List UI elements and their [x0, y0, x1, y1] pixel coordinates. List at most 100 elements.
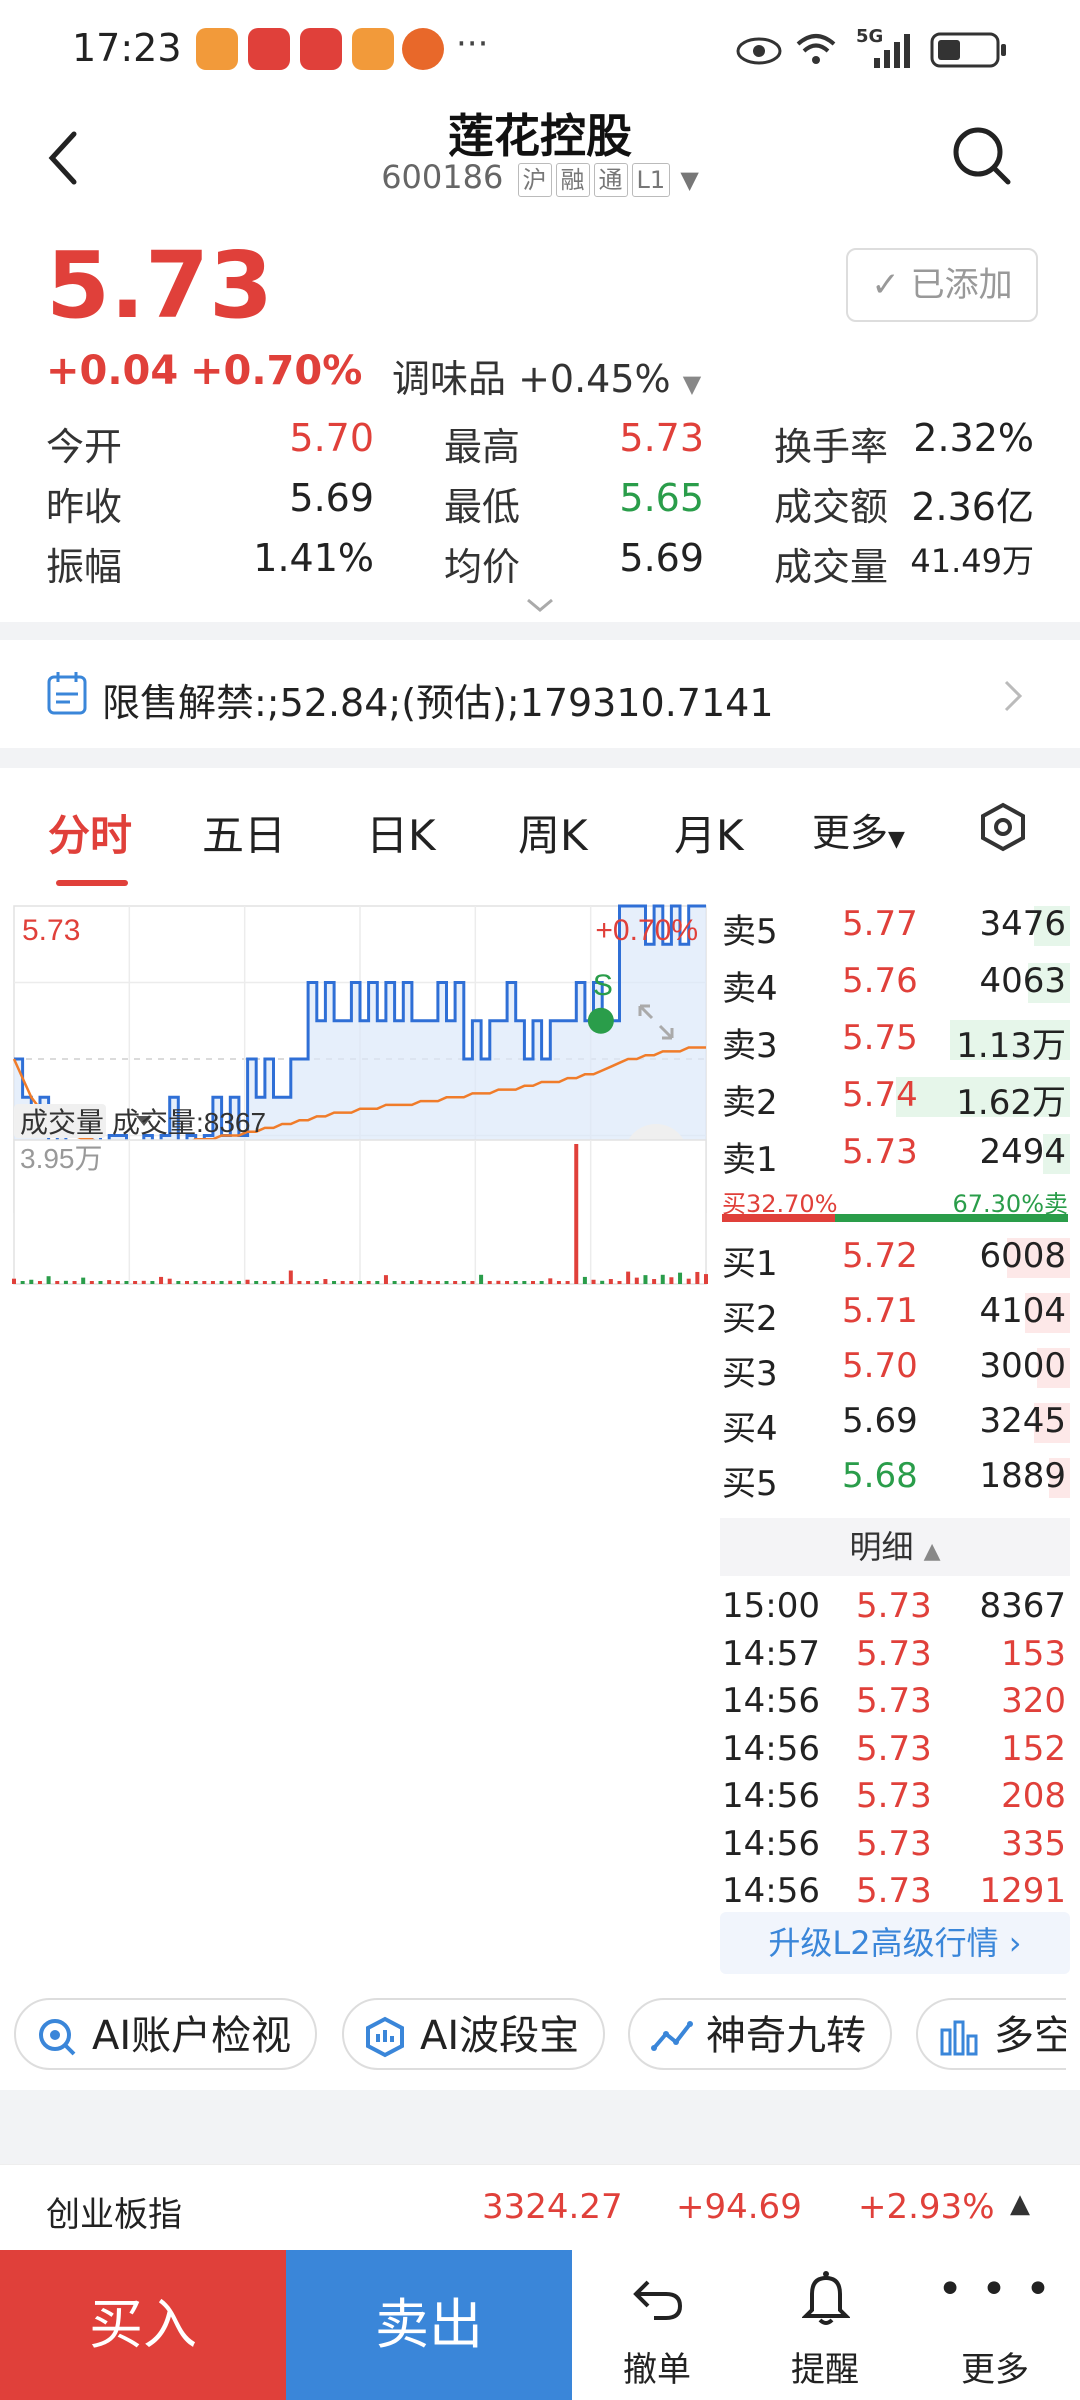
volume-bar [591, 1279, 596, 1284]
volume-bar [124, 1281, 129, 1284]
sell-level-label: 卖2 [722, 1083, 778, 1123]
chart-area: S5.735.695.65+0.70%0.00%-0.70%09:3011:30… [0, 888, 1080, 1978]
sell-row[interactable]: 卖4 5.76 4063 [720, 953, 1070, 1009]
tab-five-day[interactable]: 五日 [202, 802, 286, 863]
trade-price: 5.73 [856, 1776, 932, 1816]
volume-bar [383, 1275, 388, 1284]
alert-button[interactable]: 提醒 [750, 2250, 900, 2400]
chip-label: AI账户检视 [92, 2013, 292, 2059]
volume-bar [358, 1281, 362, 1284]
app-notification-icon [196, 28, 238, 70]
volume-bar [375, 1281, 380, 1284]
volume-bar [652, 1279, 657, 1284]
trade-time: 15:00 [722, 1586, 820, 1626]
quote-value: 2.32% [913, 416, 1034, 460]
volume-bar [81, 1277, 86, 1284]
sell-volume: 2494 [979, 1132, 1066, 1172]
trade-price: 5.73 [856, 1728, 932, 1769]
trend-line-icon [651, 2021, 693, 2051]
volume-bar [254, 1281, 259, 1284]
sell-price: 5.76 [842, 961, 918, 1001]
chip-long-short[interactable]: 多空 [916, 1998, 1066, 2070]
sell-price: 5.74 [842, 1075, 918, 1115]
hexagon-ai-icon [366, 2016, 404, 2058]
sell-button[interactable]: 卖出 [286, 2250, 572, 2400]
sell-ratio-fill [835, 1214, 1068, 1222]
volume-bar [115, 1281, 120, 1284]
buy-row[interactable]: 买2 5.71 4104 [720, 1283, 1070, 1339]
volume-bar [531, 1281, 535, 1284]
tool-chips: AI账户检视 AI波段宝 神奇九转 多空 [0, 1978, 1080, 2090]
volume-bar [366, 1281, 371, 1284]
cancel-order-button[interactable]: 撤单 [582, 2250, 732, 2400]
stock-code: 600186 [381, 158, 504, 196]
stock-code-row[interactable]: 600186 沪融通 L1 ▼ [0, 158, 1080, 197]
volume-bar [513, 1281, 518, 1284]
more-label: 更多 [961, 2350, 1029, 2390]
tab-monthly-k[interactable]: 月K [674, 802, 744, 863]
intraday-chart[interactable]: S5.735.695.65+0.70%0.00%-0.70%09:3011:30… [0, 888, 720, 1988]
volume-bar [634, 1277, 639, 1284]
battery-icon [930, 32, 1006, 68]
quote-label: 成交额 [774, 485, 889, 529]
unlock-notice-bar[interactable]: 限售解禁:;52.84;(预估);179310.7141 [0, 640, 1080, 748]
volume-bar [582, 1276, 587, 1284]
quote-label: 均价 [444, 545, 521, 589]
quote-value: 5.69 [289, 476, 374, 520]
more-button[interactable]: • • • 更多 [920, 2250, 1070, 2400]
order-book: 卖5 5.77 3476 卖4 5.76 4063 卖3 5.75 1.13万 卖2 5.74 1.6… [720, 888, 1080, 1978]
detail-header[interactable]: 明细 ▲ [720, 1518, 1070, 1576]
buy-volume: 3000 [979, 1346, 1066, 1386]
notice-text: 限售解禁:;52.84;(预估);179310.7141 [102, 681, 774, 725]
settings-hexagon-icon[interactable] [978, 802, 1028, 852]
tab-daily-k[interactable]: 日K [366, 802, 436, 863]
added-watchlist-button[interactable]: ✓ 已添加 [846, 248, 1038, 322]
caret-down-icon: ▼ [680, 166, 699, 194]
buy-button[interactable]: 买入 [0, 2250, 286, 2400]
bar-chart-icon [940, 2020, 978, 2056]
volume-bar [202, 1281, 207, 1284]
trade-time: 14:56 [722, 1776, 820, 1816]
caret-up-icon: ▲ [923, 1539, 941, 1564]
chip-ai-swing[interactable]: AI波段宝 [342, 1998, 606, 2070]
search-icon[interactable] [950, 124, 1014, 188]
buy-row[interactable]: 买1 5.72 6008 [720, 1228, 1070, 1284]
index-ticker-bar[interactable]: 创业板指 3324.27 +94.69 +2.93% ▲ [0, 2164, 1080, 2251]
chip-magic-nine[interactable]: 神奇九转 [628, 1998, 892, 2070]
buy-volume: 4104 [979, 1291, 1066, 1331]
upgrade-l2-banner[interactable]: 升级L2高级行情 › [720, 1912, 1070, 1974]
trade-vol: 153 [1001, 1633, 1066, 1674]
sell-row[interactable]: 卖5 5.77 3476 [720, 896, 1070, 952]
bell-icon [802, 2271, 850, 2325]
caret-up-icon[interactable]: ▲ [1010, 2189, 1030, 2219]
volume-bar [686, 1278, 691, 1284]
trade-row: 14:56 5.73 208 [720, 1772, 1070, 1818]
sell-row[interactable]: 卖3 5.75 1.13万 [720, 1010, 1070, 1066]
sell-row[interactable]: 卖1 5.73 2494 [720, 1124, 1070, 1180]
volume-selector[interactable]: 成交量 [20, 1107, 104, 1138]
chevron-right-icon [1004, 680, 1023, 712]
buy-row[interactable]: 买5 5.68 1889 [720, 1448, 1070, 1504]
sell-row[interactable]: 卖2 5.74 1.62万 [720, 1067, 1070, 1123]
trade-time: 14:56 [722, 1728, 820, 1769]
bottom-action-bar: 买入 卖出 撤单 提醒 • • • 更多 [0, 2250, 1080, 2400]
app-notification-icon [402, 28, 444, 70]
current-price: 5.73 [46, 232, 273, 339]
volume-bar [176, 1281, 181, 1284]
tab-more[interactable]: 更多▼ [812, 802, 905, 857]
chip-ai-account-review[interactable]: AI账户检视 [14, 1998, 318, 2070]
price-change-pct: +0.70% [190, 348, 363, 394]
active-tab-underline [56, 880, 128, 886]
tab-intraday[interactable]: 分时 [48, 802, 132, 863]
volume-bar [392, 1281, 397, 1284]
trade-time: 14:56 [722, 1681, 820, 1721]
tab-weekly-k[interactable]: 周K [518, 802, 588, 863]
buy-row[interactable]: 买3 5.70 3000 [720, 1338, 1070, 1394]
volume-bar [228, 1280, 233, 1284]
volume-bar [453, 1281, 458, 1284]
sector-change[interactable]: 调味品 +0.45% ▼ [392, 348, 701, 403]
sell-level-label: 卖5 [722, 912, 778, 952]
buy-row[interactable]: 买4 5.69 3245 [720, 1393, 1070, 1449]
volume-bar [297, 1281, 302, 1284]
expand-chevron-icon[interactable] [524, 596, 556, 616]
